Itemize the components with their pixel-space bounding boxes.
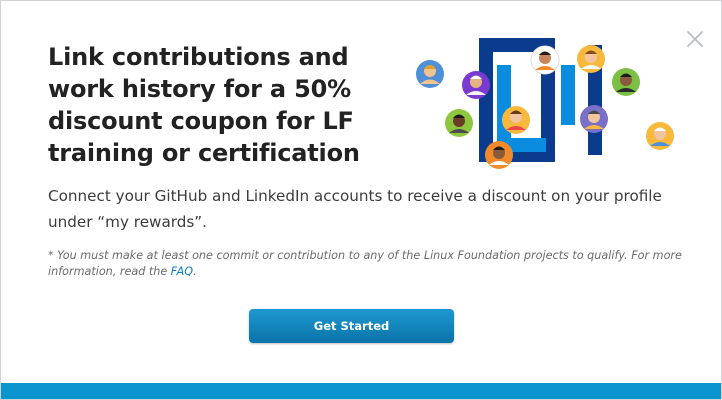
modal-description: Connect your GitHub and LinkedIn account… — [48, 187, 662, 231]
avatar-6 — [502, 106, 530, 134]
note-suffix: . — [193, 265, 197, 278]
avatar-7 — [580, 105, 608, 133]
faq-link[interactable]: FAQ — [171, 265, 193, 278]
avatar-8 — [445, 109, 473, 137]
avatar-1 — [416, 60, 444, 88]
avatar-5 — [612, 68, 640, 96]
bracket-blue-shape — [497, 65, 546, 152]
avatar-10 — [646, 122, 674, 150]
community-avatars-illustration — [416, 38, 674, 169]
note-text: * You must make at least one commit or c… — [48, 249, 682, 278]
qualification-note: * You must make at least one commit or c… — [48, 248, 688, 280]
get-started-button[interactable]: Get Started — [249, 309, 454, 343]
modal-headline: Link contributions and work history for … — [48, 43, 360, 167]
avatar-3 — [530, 45, 560, 75]
avatar-9 — [485, 141, 513, 169]
avatar-2 — [462, 71, 490, 99]
bottom-accent-bar — [1, 383, 721, 399]
avatar-4 — [577, 45, 605, 73]
modal-dialog: Link contributions and work history for … — [0, 0, 722, 400]
